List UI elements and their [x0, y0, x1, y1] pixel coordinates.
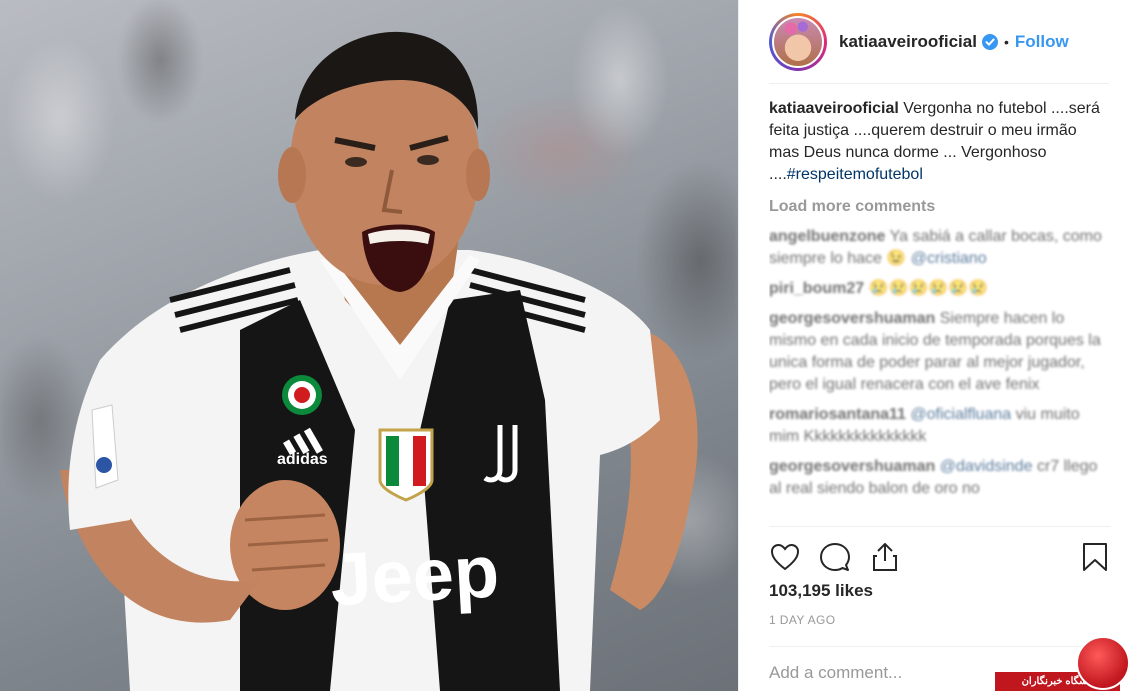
post-photo[interactable]: adidas Jeep: [0, 0, 738, 691]
comment-button[interactable]: [819, 541, 851, 573]
share-button[interactable]: [869, 541, 901, 573]
caption-hashtag-link[interactable]: #respeitemofutebol: [787, 166, 923, 183]
follow-button[interactable]: Follow: [1015, 32, 1069, 52]
comment-item: romariosantana11 @oficialfluana viu muit…: [769, 404, 1111, 448]
player-illustration: adidas Jeep: [60, 31, 698, 691]
likes-count[interactable]: 103,195 likes: [769, 581, 873, 601]
avatar[interactable]: [769, 12, 827, 71]
comment-username-link[interactable]: georgesovershuaman: [769, 458, 935, 475]
comment-username-link[interactable]: romariosantana11: [769, 406, 906, 423]
post-details-panel: katiaaveirooficial • Follow katiaaveiroo…: [738, 0, 1130, 691]
comment-item: angelbuenzone Ya sabiá a callar bocas, c…: [769, 226, 1111, 270]
comment-bubble-icon: [820, 542, 850, 571]
comment-item: piri_boum27 😢😢😢😢😢😢: [769, 278, 1111, 300]
heart-icon: [770, 543, 800, 570]
comment-username-link[interactable]: georgesovershuaman: [769, 310, 935, 327]
comment-username-link[interactable]: angelbuenzone: [769, 228, 885, 245]
verified-badge-icon: [981, 33, 998, 50]
separator-dot: •: [1003, 33, 1009, 50]
avatar-image: [772, 15, 824, 68]
comments-list[interactable]: katiaaveirooficial Vergonha no futebol .…: [769, 98, 1111, 526]
jersey-brand-text: adidas: [277, 451, 328, 468]
comment-text: 😢😢😢😢😢😢: [868, 280, 989, 297]
watermark-logo-icon: [1076, 636, 1130, 690]
load-more-comments-button[interactable]: Load more comments: [769, 196, 1111, 218]
post-actions-bar: [769, 526, 1111, 586]
post-timestamp[interactable]: 1 DAY AGO: [769, 613, 836, 627]
like-button[interactable]: [769, 541, 801, 573]
post-caption: katiaaveirooficial Vergonha no futebol .…: [769, 98, 1111, 186]
save-button[interactable]: [1079, 541, 1111, 573]
add-comment-input[interactable]: [769, 663, 1009, 683]
post-header: katiaaveirooficial • Follow: [769, 0, 1109, 84]
comment-username-link[interactable]: piri_boum27: [769, 280, 864, 297]
share-upload-icon: [873, 542, 897, 571]
bookmark-icon: [1083, 542, 1107, 571]
comment-item: georgesovershuaman @davidsinde cr7 llego…: [769, 456, 1111, 500]
comment-mention-link[interactable]: @davidsinde: [940, 458, 1033, 475]
username-link[interactable]: katiaaveirooficial: [839, 32, 977, 52]
caption-username-link[interactable]: katiaaveirooficial: [769, 100, 899, 117]
comment-item: georgesovershuaman Siempre hacen lo mism…: [769, 308, 1111, 396]
comment-mention-link[interactable]: @cristiano: [911, 250, 987, 267]
comment-mention-link[interactable]: @oficialfluana: [910, 406, 1011, 423]
jersey-sponsor-text: Jeep: [328, 529, 501, 621]
